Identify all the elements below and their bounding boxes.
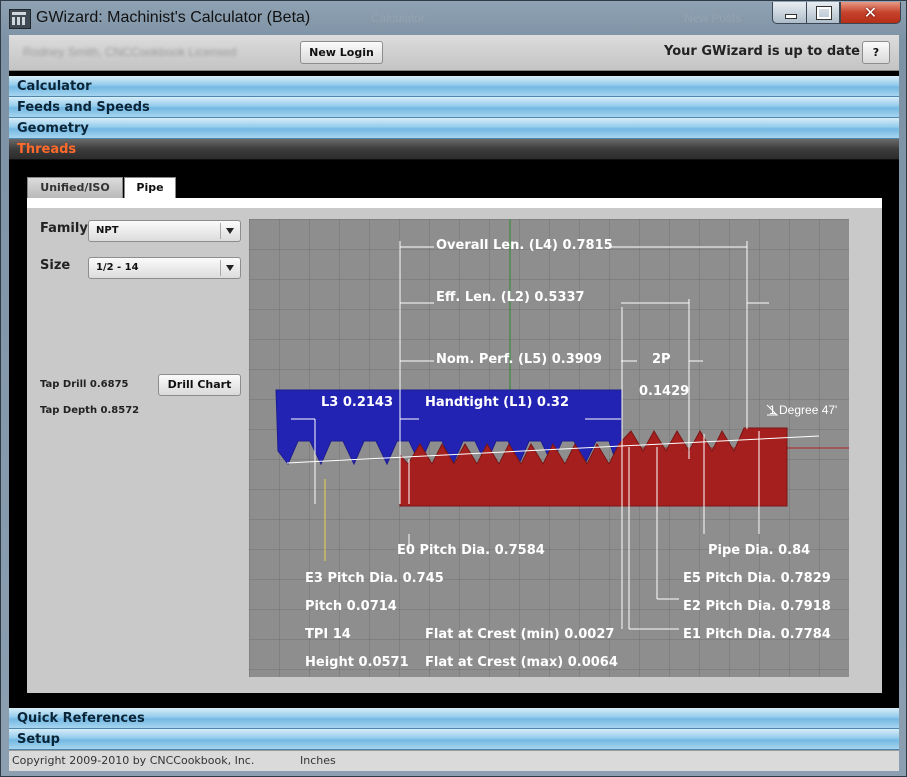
- overall-length-label: Overall Len. (L4) 0.7815: [436, 238, 613, 253]
- tab-unified-iso[interactable]: Unified/ISO: [27, 177, 123, 198]
- chevron-down-icon: [220, 223, 240, 239]
- family-select[interactable]: NPT: [88, 220, 241, 242]
- drill-chart-button[interactable]: Drill Chart: [158, 374, 241, 396]
- section-label: Feeds and Speeds: [17, 100, 150, 115]
- units-indicator: Inches: [300, 754, 336, 767]
- section-setup[interactable]: Setup: [9, 729, 899, 750]
- family-label: Family: [40, 221, 88, 236]
- e2-pitch-dia: E2 Pitch Dia. 0.7918: [683, 599, 831, 614]
- height-readout: Height 0.0571: [305, 655, 409, 670]
- size-label: Size: [40, 258, 71, 273]
- tap-depth-readout: Tap Depth 0.8572: [40, 405, 140, 416]
- app-content: Rodney Smith, CNCCookbook Licensed New L…: [9, 35, 899, 771]
- section-label: Quick References: [17, 711, 145, 726]
- minimize-button[interactable]: [772, 2, 807, 24]
- calculator-app-icon: [9, 9, 31, 29]
- tap-drill-readout: Tap Drill 0.6875: [40, 379, 129, 390]
- nominal-perfect-label: Nom. Perf. (L5) 0.3909: [436, 352, 602, 367]
- window-title: GWizard: Machinist's Calculator (Beta): [36, 9, 311, 26]
- section-label: Threads: [17, 142, 77, 157]
- pitch-readout: Pitch 0.0714: [305, 599, 397, 614]
- section-threads[interactable]: Threads: [9, 139, 899, 160]
- two-p-value: 0.1429: [639, 384, 690, 399]
- e5-pitch-dia: E5 Pitch Dia. 0.7829: [683, 571, 831, 586]
- pipe-dia: Pipe Dia. 0.84: [708, 543, 811, 558]
- section-label: Geometry: [17, 121, 89, 136]
- e0-pitch-dia: E0 Pitch Dia. 0.7584: [397, 543, 545, 558]
- e1-pitch-dia: E1 Pitch Dia. 0.7784: [683, 627, 831, 642]
- section-geometry[interactable]: Geometry: [9, 118, 899, 139]
- tab-strip: [27, 198, 882, 208]
- two-p-label: 2P: [652, 352, 671, 367]
- account-bar: Rodney Smith, CNCCookbook Licensed New L…: [9, 35, 899, 71]
- flat-crest-min: Flat at Crest (min) 0.0027: [425, 627, 615, 642]
- title-bar[interactable]: GWizard: Machinist's Calculator (Beta) C…: [1, 1, 906, 35]
- section-calculator[interactable]: Calculator: [9, 76, 899, 97]
- update-status: Your GWizard is up to date: [664, 44, 860, 59]
- flat-crest-max: Flat at Crest (max) 0.0064: [425, 655, 618, 670]
- pipe-thread-panel: Family NPT Size 1/2 - 14 Tap Drill 0.687…: [27, 208, 882, 693]
- maximize-button[interactable]: [806, 2, 840, 24]
- pipe-thread-diagram: Overall Len. (L4) 0.7815 Eff. Len. (L2) …: [249, 219, 849, 677]
- background-tab-ghost: New Posts: [684, 11, 742, 25]
- section-quick-references[interactable]: Quick References: [9, 708, 899, 729]
- help-button[interactable]: ?: [862, 41, 890, 64]
- tpi-readout: TPI 14: [305, 627, 351, 642]
- copyright-text: Copyright 2009-2010 by CNCCookbook, Inc.: [12, 754, 255, 767]
- l3-label: L3 0.2143: [321, 395, 394, 410]
- size-value: 1/2 - 14: [96, 262, 139, 273]
- section-label: Calculator: [17, 79, 92, 94]
- effective-length-label: Eff. Len. (L2) 0.5337: [436, 290, 585, 305]
- section-label: Setup: [17, 732, 60, 747]
- handtight-label: Handtight (L1) 0.32: [425, 395, 569, 410]
- status-bar: Copyright 2009-2010 by CNCCookbook, Inc.…: [9, 750, 899, 771]
- tab-pipe[interactable]: Pipe: [124, 177, 176, 199]
- size-select[interactable]: 1/2 - 14: [88, 257, 241, 279]
- new-login-button[interactable]: New Login: [300, 41, 383, 64]
- close-button[interactable]: ✕: [840, 2, 901, 24]
- taper-angle-label: 1 Degree 47': [769, 403, 838, 417]
- background-tab-ghost: Calculator: [371, 11, 426, 25]
- app-window: GWizard: Machinist's Calculator (Beta) C…: [0, 0, 907, 777]
- family-value: NPT: [96, 225, 119, 236]
- section-feeds-and-speeds[interactable]: Feeds and Speeds: [9, 97, 899, 118]
- account-name: Rodney Smith, CNCCookbook Licensed: [23, 45, 237, 59]
- e3-pitch-dia: E3 Pitch Dia. 0.745: [305, 571, 444, 586]
- chevron-down-icon: [220, 260, 240, 276]
- close-icon: ✕: [863, 3, 878, 22]
